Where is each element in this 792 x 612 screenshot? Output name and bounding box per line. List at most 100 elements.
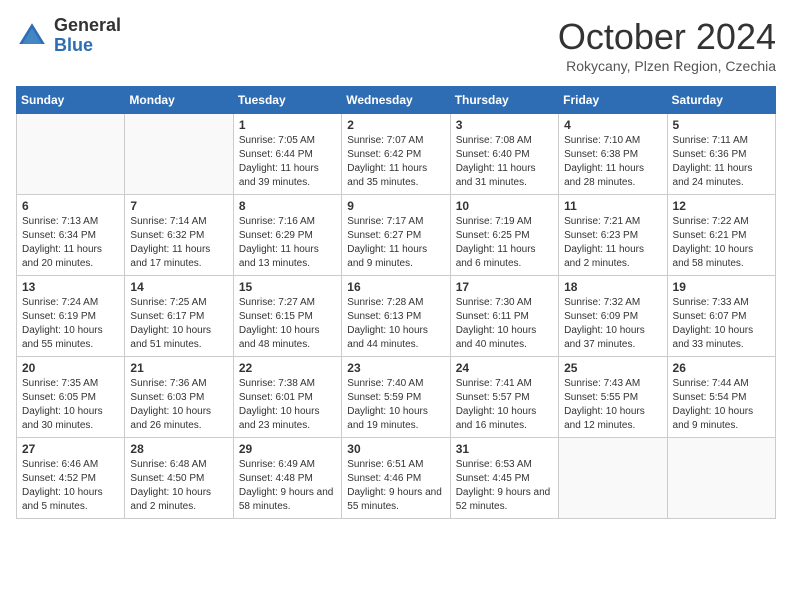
logo-icon (16, 20, 48, 52)
calendar-cell: 20 Sunrise: 7:35 AMSunset: 6:05 PMDayligh… (17, 357, 125, 438)
day-info: Sunrise: 7:38 AMSunset: 6:01 PMDaylight:… (239, 377, 336, 433)
day-info: Sunrise: 7:17 AMSunset: 6:27 PMDaylight:… (347, 215, 444, 271)
calendar-cell: 29 Sunrise: 6:49 AMSunset: 4:48 PMDayligh… (233, 438, 341, 519)
calendar-cell: 7Sunrise: 7:14 AMSunset: 6:32 PMDaylight… (125, 195, 233, 276)
calendar-cell: 18 Sunrise: 7:32 AMSunset: 6:09 PMDayligh… (559, 276, 667, 357)
day-number: 26 (673, 361, 770, 375)
title-block: October 2024 Rokycany, Plzen Region, Cze… (558, 16, 776, 74)
day-number: 18 (564, 280, 661, 294)
calendar-week-row: 6 Sunrise: 7:13 AMSunset: 6:34 PMDaylight… (17, 195, 776, 276)
day-number: 19 (673, 280, 770, 294)
day-number: 15 (239, 280, 336, 294)
day-info: Sunrise: 7:43 AMSunset: 5:55 PMDaylight:… (564, 377, 661, 433)
location-subtitle: Rokycany, Plzen Region, Czechia (558, 58, 776, 74)
day-info: Sunrise: 7:41 AMSunset: 5:57 PMDaylight:… (456, 377, 553, 433)
day-info: Sunrise: 7:30 AMSunset: 6:11 PMDaylight:… (456, 296, 553, 352)
column-header-saturday: Saturday (667, 87, 775, 114)
day-info: Sunrise: 7:21 AMSunset: 6:23 PMDaylight:… (564, 215, 661, 271)
calendar-cell: 23 Sunrise: 7:40 AMSunset: 5:59 PMDayligh… (342, 357, 450, 438)
calendar-cell: 6 Sunrise: 7:13 AMSunset: 6:34 PMDaylight… (17, 195, 125, 276)
calendar-week-row: 20 Sunrise: 7:35 AMSunset: 6:05 PMDayligh… (17, 357, 776, 438)
day-number: 9 (347, 199, 444, 213)
calendar-cell: 5 Sunrise: 7:11 AMSunset: 6:36 PMDaylight… (667, 114, 775, 195)
calendar-cell: 25Sunrise: 7:43 AMSunset: 5:55 PMDayligh… (559, 357, 667, 438)
day-number: 28 (130, 442, 227, 456)
day-info: Sunrise: 7:13 AMSunset: 6:34 PMDaylight:… (22, 215, 119, 271)
calendar-cell: 17Sunrise: 7:30 AMSunset: 6:11 PMDayligh… (450, 276, 558, 357)
column-header-tuesday: Tuesday (233, 87, 341, 114)
day-info: Sunrise: 7:11 AMSunset: 6:36 PMDaylight:… (673, 134, 770, 190)
day-number: 22 (239, 361, 336, 375)
day-number: 30 (347, 442, 444, 456)
day-number: 5 (673, 118, 770, 132)
day-info: Sunrise: 7:27 AMSunset: 6:15 PMDaylight:… (239, 296, 336, 352)
day-info: Sunrise: 7:16 AMSunset: 6:29 PMDaylight:… (239, 215, 336, 271)
calendar-cell: 28 Sunrise: 6:48 AMSunset: 4:50 PMDayligh… (125, 438, 233, 519)
day-number: 8 (239, 199, 336, 213)
calendar-cell: 14Sunrise: 7:25 AMSunset: 6:17 PMDayligh… (125, 276, 233, 357)
day-number: 20 (22, 361, 119, 375)
day-number: 10 (456, 199, 553, 213)
day-number: 3 (456, 118, 553, 132)
calendar-cell: 16 Sunrise: 7:28 AMSunset: 6:13 PMDayligh… (342, 276, 450, 357)
day-info: Sunrise: 7:40 AMSunset: 5:59 PMDaylight:… (347, 377, 444, 433)
day-number: 14 (130, 280, 227, 294)
calendar-cell: 22 Sunrise: 7:38 AMSunset: 6:01 PMDayligh… (233, 357, 341, 438)
column-header-monday: Monday (125, 87, 233, 114)
calendar-header-row: SundayMondayTuesdayWednesdayThursdayFrid… (17, 87, 776, 114)
calendar-cell: 31 Sunrise: 6:53 AMSunset: 4:45 PMDayligh… (450, 438, 558, 519)
calendar-cell: 27Sunrise: 6:46 AMSunset: 4:52 PMDayligh… (17, 438, 125, 519)
calendar-week-row: 27Sunrise: 6:46 AMSunset: 4:52 PMDayligh… (17, 438, 776, 519)
calendar-table: SundayMondayTuesdayWednesdayThursdayFrid… (16, 86, 776, 519)
logo-blue: Blue (54, 36, 121, 56)
day-number: 1 (239, 118, 336, 132)
column-header-friday: Friday (559, 87, 667, 114)
month-title: October 2024 (558, 16, 776, 58)
day-number: 11 (564, 199, 661, 213)
day-number: 31 (456, 442, 553, 456)
logo-general: General (54, 16, 121, 36)
day-number: 21 (130, 361, 227, 375)
day-info: Sunrise: 7:08 AMSunset: 6:40 PMDaylight:… (456, 134, 553, 190)
day-number: 13 (22, 280, 119, 294)
calendar-week-row: 1Sunrise: 7:05 AMSunset: 6:44 PMDaylight… (17, 114, 776, 195)
day-number: 24 (456, 361, 553, 375)
calendar-cell: 26 Sunrise: 7:44 AMSunset: 5:54 PMDayligh… (667, 357, 775, 438)
day-info: Sunrise: 7:19 AMSunset: 6:25 PMDaylight:… (456, 215, 553, 271)
day-number: 27 (22, 442, 119, 456)
calendar-week-row: 13 Sunrise: 7:24 AMSunset: 6:19 PMDayligh… (17, 276, 776, 357)
day-number: 23 (347, 361, 444, 375)
calendar-cell (125, 114, 233, 195)
day-info: Sunrise: 6:48 AMSunset: 4:50 PMDaylight:… (130, 458, 227, 514)
day-info: Sunrise: 7:36 AMSunset: 6:03 PMDaylight:… (130, 377, 227, 433)
calendar-cell (17, 114, 125, 195)
column-header-thursday: Thursday (450, 87, 558, 114)
day-number: 6 (22, 199, 119, 213)
calendar-cell: 1Sunrise: 7:05 AMSunset: 6:44 PMDaylight… (233, 114, 341, 195)
day-info: Sunrise: 7:22 AMSunset: 6:21 PMDaylight:… (673, 215, 770, 271)
day-info: Sunrise: 7:28 AMSunset: 6:13 PMDaylight:… (347, 296, 444, 352)
day-number: 16 (347, 280, 444, 294)
day-info: Sunrise: 6:51 AMSunset: 4:46 PMDaylight:… (347, 458, 444, 514)
calendar-cell: 3 Sunrise: 7:08 AMSunset: 6:40 PMDaylight… (450, 114, 558, 195)
day-info: Sunrise: 7:35 AMSunset: 6:05 PMDaylight:… (22, 377, 119, 433)
logo: General Blue (16, 16, 121, 56)
day-info: Sunrise: 6:53 AMSunset: 4:45 PMDaylight:… (456, 458, 553, 514)
calendar-cell: 11 Sunrise: 7:21 AMSunset: 6:23 PMDayligh… (559, 195, 667, 276)
page-header: General Blue October 2024 Rokycany, Plze… (16, 16, 776, 74)
day-number: 2 (347, 118, 444, 132)
day-number: 29 (239, 442, 336, 456)
calendar-cell: 15 Sunrise: 7:27 AMSunset: 6:15 PMDayligh… (233, 276, 341, 357)
day-info: Sunrise: 7:07 AMSunset: 6:42 PMDaylight:… (347, 134, 444, 190)
calendar-cell: 2 Sunrise: 7:07 AMSunset: 6:42 PMDaylight… (342, 114, 450, 195)
day-info: Sunrise: 6:49 AMSunset: 4:48 PMDaylight:… (239, 458, 336, 514)
calendar-cell: 24 Sunrise: 7:41 AMSunset: 5:57 PMDayligh… (450, 357, 558, 438)
day-info: Sunrise: 7:32 AMSunset: 6:09 PMDaylight:… (564, 296, 661, 352)
day-info: Sunrise: 7:44 AMSunset: 5:54 PMDaylight:… (673, 377, 770, 433)
day-info: Sunrise: 7:24 AMSunset: 6:19 PMDaylight:… (22, 296, 119, 352)
day-info: Sunrise: 7:14 AMSunset: 6:32 PMDaylight:… (130, 215, 227, 271)
calendar-cell: 4Sunrise: 7:10 AMSunset: 6:38 PMDaylight… (559, 114, 667, 195)
calendar-cell: 10 Sunrise: 7:19 AMSunset: 6:25 PMDayligh… (450, 195, 558, 276)
calendar-cell: 8 Sunrise: 7:16 AMSunset: 6:29 PMDaylight… (233, 195, 341, 276)
calendar-cell: 9 Sunrise: 7:17 AMSunset: 6:27 PMDaylight… (342, 195, 450, 276)
